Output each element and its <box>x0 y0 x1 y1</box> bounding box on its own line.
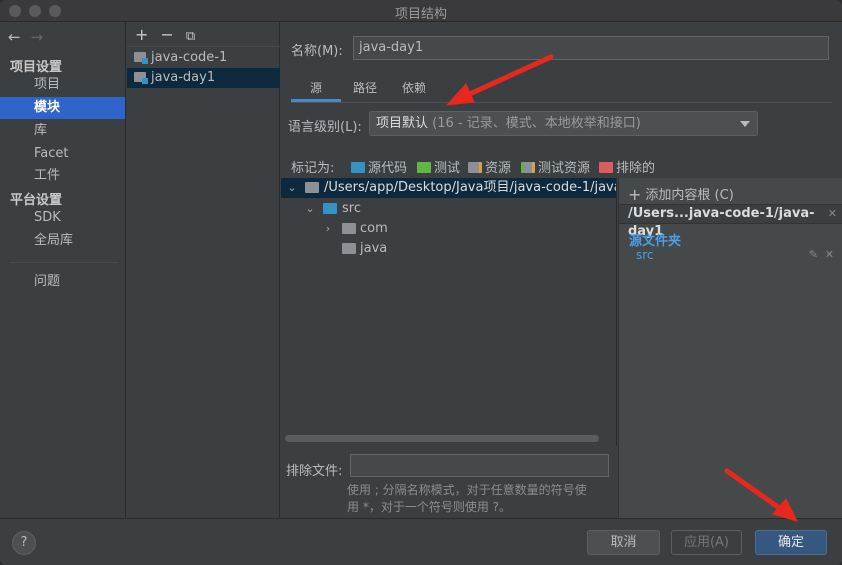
sidebar-item-artifacts[interactable]: 工件 <box>0 165 125 187</box>
tree-row-com[interactable]: › com <box>281 219 616 239</box>
apply-button[interactable]: 应用(A) <box>671 530 742 555</box>
folder-icon <box>342 223 356 234</box>
module-item-selected[interactable]: java-day1 <box>127 68 280 88</box>
title-bar: 项目结构 <box>0 0 842 22</box>
edit-pencil-icon[interactable]: ✎ <box>809 248 818 261</box>
language-level-label: 语言级别(L): <box>288 120 362 135</box>
tab-paths[interactable]: 路径 <box>343 78 387 102</box>
forward-arrow-icon[interactable]: → <box>31 28 44 46</box>
mark-as-label: 标记为: <box>291 161 335 176</box>
window-title: 项目结构 <box>394 7 447 22</box>
module-name-input[interactable]: java-day1 <box>353 36 829 60</box>
excluded-folder-icon <box>599 162 613 173</box>
sidebar-item-global-libraries[interactable]: 全局库 <box>0 230 125 252</box>
copy-module-icon[interactable]: ⧉ <box>186 29 195 44</box>
folder-icon <box>305 182 319 193</box>
mark-excluded-button[interactable]: 排除的 <box>599 157 655 176</box>
sidebar-item-facets[interactable]: Facet <box>0 143 125 165</box>
chevron-down-icon[interactable]: ⌄ <box>305 199 315 219</box>
cancel-button[interactable]: 取消 <box>587 530 660 555</box>
plus-icon: + <box>628 185 642 204</box>
source-folders-heading: 源文件夹 <box>629 234 682 249</box>
sidebar-item-modules[interactable]: 模块 <box>0 97 125 119</box>
language-level-select[interactable]: 项目默认 (16 - 记录、模式、本地枚举和接口) <box>369 111 758 136</box>
remove-root-icon[interactable]: ✕ <box>828 205 837 223</box>
source-folder-item[interactable]: src <box>636 248 654 262</box>
sidebar-item-problems[interactable]: 问题 <box>0 271 125 293</box>
mark-tests-button[interactable]: 测试 <box>417 157 460 176</box>
platform-settings-heading: 平台设置 <box>10 193 63 208</box>
module-list-panel: + − ⧉ java-code-1 java-day1 <box>127 22 280 518</box>
content-root-tree: ⌄ /Users/app/Desktop/Java项目/java-code-1/… <box>281 178 617 446</box>
settings-sidebar: ← → 项目设置 项目 模块 库 Facet 工件 平台设置 SDK 全局库 问题 <box>0 22 126 518</box>
sidebar-item-project[interactable]: 项目 <box>0 74 125 96</box>
exclude-files-help: 使用 ; 分隔名称模式，对于任意数量的符号使 用 *，对于一个符号则使用 ?。 <box>347 483 587 514</box>
tree-row-root[interactable]: ⌄ /Users/app/Desktop/Java项目/java-code-1/… <box>281 178 616 198</box>
exclude-files-label: 排除文件: <box>286 464 343 479</box>
dropdown-arrow-icon <box>740 121 750 127</box>
test-resources-folder-icon <box>521 162 535 173</box>
sidebar-divider <box>10 262 118 263</box>
tree-row-src[interactable]: ⌄ src <box>281 199 616 219</box>
mark-sources-button[interactable]: 源代码 <box>351 157 407 176</box>
name-label: 名称(M): <box>291 44 343 59</box>
source-folder-icon <box>323 203 337 214</box>
remove-module-icon[interactable]: − <box>160 25 173 44</box>
tests-folder-icon <box>417 162 431 173</box>
content-root-header: /Users...java-code-1/java-day1 ✕ <box>619 204 842 239</box>
tree-row-java[interactable]: java <box>281 239 616 259</box>
delete-icon[interactable]: ✕ <box>825 248 834 261</box>
project-settings-heading: 项目设置 <box>10 60 63 75</box>
project-structure-dialog: 项目结构 ← → 项目设置 项目 模块 库 Facet 工件 平台设置 SDK 全… <box>0 0 842 565</box>
tab-dependencies[interactable]: 依赖 <box>392 78 436 102</box>
mark-test-resources-button[interactable]: 测试资源 <box>521 157 590 176</box>
module-icon <box>134 52 148 64</box>
sources-folder-icon <box>351 162 365 173</box>
toolbar-divider <box>127 46 280 47</box>
tab-sources[interactable]: 源 <box>291 78 341 102</box>
tab-divider <box>291 102 832 103</box>
module-details-panel: 名称(M): java-day1 源 路径 依赖 语言级别(L): 项目默认 (… <box>281 22 842 518</box>
horizontal-scrollbar[interactable] <box>285 435 599 442</box>
content-roots-panel: + 添加内容根 (C) /Users...java-code-1/java-day… <box>618 178 842 518</box>
add-module-icon[interactable]: + <box>135 25 148 44</box>
chevron-down-icon[interactable]: ⌄ <box>287 178 297 198</box>
sidebar-item-sdk[interactable]: SDK <box>0 207 125 229</box>
dialog-footer: ? 取消 应用(A) 确定 <box>0 518 842 565</box>
help-button[interactable]: ? <box>12 531 36 555</box>
resources-folder-icon <box>468 162 482 173</box>
exclude-files-input[interactable] <box>350 454 609 477</box>
chevron-right-icon[interactable]: › <box>323 219 333 239</box>
folder-icon <box>342 243 356 254</box>
sidebar-item-libraries[interactable]: 库 <box>0 120 125 142</box>
back-arrow-icon[interactable]: ← <box>8 28 21 46</box>
module-item[interactable]: java-code-1 <box>127 48 280 68</box>
mark-resources-button[interactable]: 资源 <box>468 157 511 176</box>
add-content-root-button[interactable]: + 添加内容根 (C) <box>628 184 734 204</box>
module-icon <box>134 72 148 84</box>
ok-button[interactable]: 确定 <box>755 530 827 555</box>
